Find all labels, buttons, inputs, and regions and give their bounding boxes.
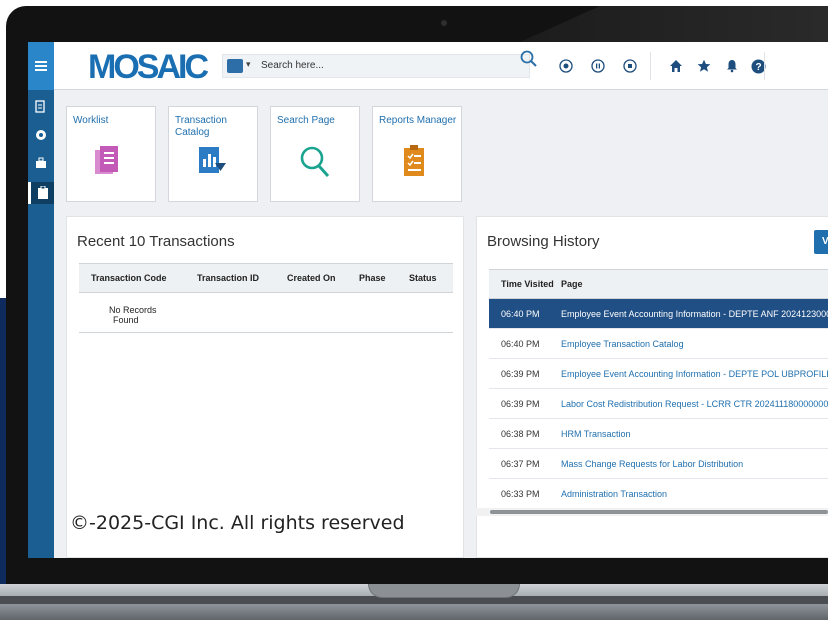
history-time: 06:39 PM bbox=[501, 369, 540, 379]
col-transaction-id[interactable]: Transaction ID bbox=[197, 273, 259, 283]
search-input[interactable]: Search here... bbox=[261, 60, 324, 71]
history-row[interactable]: 06:40 PM Employee Event Accounting Infor… bbox=[489, 299, 828, 329]
history-page-link[interactable]: Labor Cost Redistribution Request - LCRR… bbox=[561, 399, 828, 409]
view-all-button[interactable]: V bbox=[814, 230, 828, 254]
search-icon[interactable] bbox=[520, 50, 538, 73]
star-icon[interactable] bbox=[696, 58, 712, 74]
nav-documents-icon[interactable] bbox=[28, 96, 54, 118]
copyright-text: ©-2025-CGI Inc. All rights reserved bbox=[70, 512, 405, 534]
history-table-body: 06:40 PM Employee Event Accounting Infor… bbox=[489, 299, 828, 515]
magnifier-icon bbox=[299, 145, 331, 184]
bell-icon[interactable] bbox=[724, 58, 740, 74]
nav-briefcase-icon[interactable] bbox=[28, 152, 54, 174]
recent-table-header: Transaction Code Transaction ID Created … bbox=[79, 263, 453, 293]
no-records-line1: No Records bbox=[109, 305, 157, 315]
search-scope-icon[interactable] bbox=[227, 59, 243, 73]
browsing-history-title: Browsing History bbox=[487, 233, 600, 250]
history-time: 06:37 PM bbox=[501, 459, 540, 469]
pause-icon[interactable] bbox=[590, 58, 606, 74]
history-row[interactable]: 06:37 PM Mass Change Requests for Labor … bbox=[489, 449, 828, 479]
col-created-on[interactable]: Created On bbox=[287, 273, 336, 283]
laptop-mockup: MOSAIC ▾ Search here... ? Worklist Trans… bbox=[0, 0, 828, 620]
app-screen: MOSAIC ▾ Search here... ? Worklist Trans… bbox=[28, 42, 828, 558]
col-transaction-code[interactable]: Transaction Code bbox=[91, 273, 167, 283]
history-row[interactable]: 06:33 PM Administration Transaction bbox=[489, 479, 828, 509]
history-row[interactable]: 06:38 PM HRM Transaction bbox=[489, 419, 828, 449]
tile-reports-manager-label: Reports Manager bbox=[379, 115, 457, 126]
col-phase[interactable]: Phase bbox=[359, 273, 386, 283]
history-row[interactable]: 06:39 PM Employee Event Accounting Infor… bbox=[489, 359, 828, 389]
toolbar-divider bbox=[650, 52, 651, 80]
history-page-link[interactable]: HRM Transaction bbox=[561, 429, 631, 439]
tile-search-page-label: Search Page bbox=[277, 115, 335, 126]
history-table-header: Time Visited Page bbox=[489, 269, 828, 299]
top-bar: MOSAIC ▾ Search here... ? bbox=[54, 42, 828, 90]
history-time: 06:40 PM bbox=[501, 309, 540, 319]
stop-icon[interactable] bbox=[622, 58, 638, 74]
history-page-link[interactable]: Employee Event Accounting Information - … bbox=[561, 369, 828, 379]
history-time: 06:40 PM bbox=[501, 339, 540, 349]
camera-dot bbox=[441, 20, 447, 26]
chevron-down-icon[interactable]: ▾ bbox=[246, 59, 251, 70]
search-box[interactable]: ▾ Search here... bbox=[222, 54, 530, 78]
recent-transactions-panel: Recent 10 Transactions Transaction Code … bbox=[66, 216, 464, 558]
toolbar-divider-right bbox=[764, 52, 765, 80]
tile-search-page[interactable]: Search Page bbox=[270, 106, 360, 202]
no-records-line2: Found bbox=[113, 315, 139, 325]
history-horizontal-scrollbar[interactable] bbox=[476, 508, 828, 516]
worklist-doc-icon bbox=[95, 145, 121, 182]
history-row[interactable]: 06:40 PM Employee Transaction Catalog bbox=[489, 329, 828, 359]
tile-worklist[interactable]: Worklist bbox=[66, 106, 156, 202]
recent-empty-row: No Records Found bbox=[79, 293, 453, 333]
left-nav bbox=[28, 42, 54, 558]
history-page-link[interactable]: Mass Change Requests for Labor Distribut… bbox=[561, 459, 743, 469]
help-glyph: ? bbox=[755, 62, 761, 73]
scrollbar-thumb[interactable] bbox=[490, 510, 828, 514]
tile-worklist-label: Worklist bbox=[73, 115, 109, 126]
col-page[interactable]: Page bbox=[561, 279, 583, 289]
col-time-visited[interactable]: Time Visited bbox=[501, 279, 554, 289]
home-icon[interactable] bbox=[668, 58, 684, 74]
checklist-icon bbox=[401, 145, 427, 184]
history-page-link[interactable]: Administration Transaction bbox=[561, 489, 667, 499]
history-page-link[interactable]: Employee Event Accounting Information - … bbox=[561, 309, 828, 319]
history-time: 06:38 PM bbox=[501, 429, 540, 439]
browsing-history-panel: Browsing History Time Visited Page 06:40… bbox=[476, 216, 828, 558]
tile-transaction-catalog[interactable]: Transaction Catalog bbox=[168, 106, 258, 202]
nav-dashboard-icon[interactable] bbox=[28, 124, 54, 146]
tile-transaction-catalog-label: Transaction Catalog bbox=[175, 115, 227, 138]
recent-transactions-title: Recent 10 Transactions bbox=[77, 233, 235, 250]
col-status[interactable]: Status bbox=[409, 273, 437, 283]
menu-icon[interactable] bbox=[28, 42, 54, 90]
app-logo[interactable]: MOSAIC bbox=[88, 48, 209, 87]
laptop-notch bbox=[368, 584, 520, 598]
nav-clipboard-icon[interactable] bbox=[28, 182, 54, 204]
history-time: 06:39 PM bbox=[501, 399, 540, 409]
history-row[interactable]: 06:39 PM Labor Cost Redistribution Reque… bbox=[489, 389, 828, 419]
history-page-link[interactable]: Employee Transaction Catalog bbox=[561, 339, 684, 349]
history-time: 06:33 PM bbox=[501, 489, 540, 499]
catalog-chart-icon bbox=[197, 145, 227, 182]
record-icon[interactable] bbox=[558, 58, 574, 74]
tile-reports-manager[interactable]: Reports Manager bbox=[372, 106, 462, 202]
